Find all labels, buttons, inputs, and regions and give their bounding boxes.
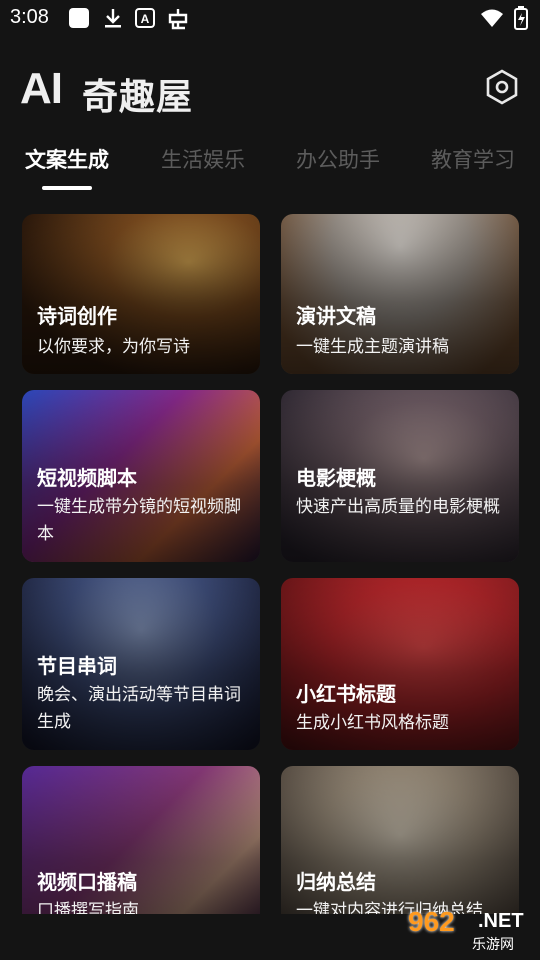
tab-life-entertainment[interactable]: 生活娱乐 [161,144,245,174]
app-logo-name: 奇趣屋 [82,77,194,118]
translate-app-icon: A [134,7,156,29]
svg-text:A: A [141,12,150,26]
settings-hex-icon [486,69,518,105]
card-title: 节目串词 [37,654,117,678]
template-card-grid: 诗词创作 以你要求，为你写诗 演讲文稿 一键生成主题演讲稿 短视频脚本 一键生成… [0,214,540,914]
watermark-number: 962 [408,906,455,937]
card-description: 晚会、演出活动等节目串词生成 [37,685,241,732]
card-summary[interactable]: 归纳总结 一键对内容进行归纳总结 [281,766,519,914]
card-description: 口播撰写指南 [37,901,139,914]
card-xiaohongshu-title[interactable]: 小红书标题 生成小红书风格标题 [281,578,519,750]
bug-app-icon [165,7,191,30]
card-description: 一键生成带分镜的短视频脚本 [37,497,241,544]
site-watermark: 962 .NET 乐游网 [402,904,534,956]
watermark-suffix: .NET [478,910,524,932]
card-title: 短视频脚本 [37,466,137,490]
category-tabs: 文案生成 生活娱乐 办公助手 教育学习 [0,138,540,196]
tab-active-indicator [42,186,92,190]
status-time: 3:08 [10,6,49,28]
card-description: 快速产出高质量的电影梗概 [296,497,500,517]
card-description: 一键生成主题演讲稿 [296,337,449,357]
card-title: 诗词创作 [37,304,117,328]
card-description: 以你要求，为你写诗 [37,337,190,357]
app-logo-ai: AI [20,64,63,113]
card-speech[interactable]: 演讲文稿 一键生成主题演讲稿 [281,214,519,374]
card-video-voiceover[interactable]: 视频口播稿 口播撰写指南 [22,766,260,914]
watermark-name: 乐游网 [472,937,514,953]
card-movie-synopsis[interactable]: 电影梗概 快速产出高质量的电影梗概 [281,390,519,562]
settings-button[interactable] [483,68,521,106]
wifi-icon [480,7,504,33]
card-program-host-script[interactable]: 节目串词 晚会、演出活动等节目串词生成 [22,578,260,750]
card-title: 视频口播稿 [37,870,137,894]
card-title: 演讲文稿 [296,304,376,328]
tab-office-assistant[interactable]: 办公助手 [296,144,380,174]
card-description: 生成小红书风格标题 [296,713,449,733]
notification-app-icon [68,7,90,29]
download-icon [102,7,124,29]
card-title: 电影梗概 [296,466,376,490]
status-bar: 3:08 A [0,0,540,38]
card-poetry[interactable]: 诗词创作 以你要求，为你写诗 [22,214,260,374]
battery-icon [514,6,528,34]
card-title: 小红书标题 [296,682,396,706]
tab-education-learning[interactable]: 教育学习 [431,144,515,174]
app-header: AI 奇趣屋 [0,60,540,120]
tab-copywriting[interactable]: 文案生成 [25,144,109,174]
card-title: 归纳总结 [296,870,376,894]
card-short-video-script[interactable]: 短视频脚本 一键生成带分镜的短视频脚本 [22,390,260,562]
